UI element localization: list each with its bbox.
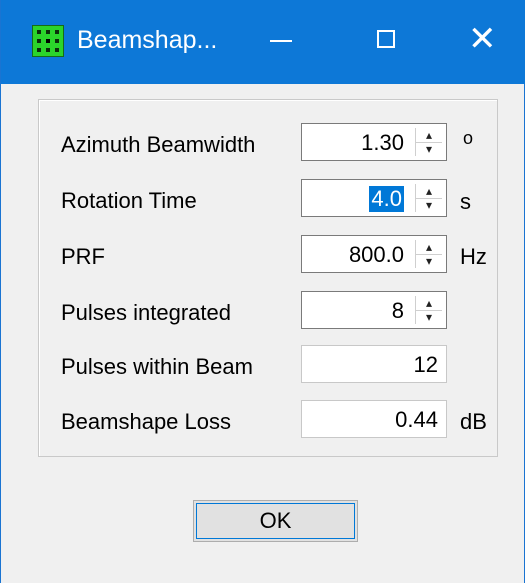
maximize-button[interactable] xyxy=(355,15,415,67)
azimuth-beamwidth-unit: o xyxy=(463,128,474,148)
maximize-icon xyxy=(377,30,395,48)
spin-up-icon[interactable]: ▴ xyxy=(416,128,442,143)
azimuth-beamwidth-spinner: ▴ ▾ xyxy=(415,128,442,156)
window-title: Beamshap... xyxy=(77,26,218,54)
close-icon: ✕ xyxy=(468,19,497,59)
pulses-integrated-spinbox[interactable]: 8 ▴ ▾ xyxy=(301,291,447,329)
prf-label: PRF xyxy=(61,244,105,269)
rotation-time-spinner: ▴ ▾ xyxy=(415,184,442,212)
pulses-within-beam-value: 12 xyxy=(413,352,438,377)
spin-down-icon[interactable]: ▾ xyxy=(416,310,442,324)
azimuth-beamwidth-label: Azimuth Beamwidth xyxy=(61,132,256,157)
pulses-within-beam-field: 12 xyxy=(301,345,447,383)
pulses-integrated-label: Pulses integrated xyxy=(61,300,231,325)
prf-unit: Hz xyxy=(460,244,487,269)
azimuth-beamwidth-value[interactable]: 1.30 xyxy=(361,130,404,156)
rotation-time-value[interactable]: 4.0 xyxy=(369,186,404,212)
spin-down-icon[interactable]: ▾ xyxy=(416,254,442,268)
beamshape-dialog: Beamshap... ✕ Azimuth Beamwidth 1.30 ▴ ▾… xyxy=(0,0,525,583)
beamshape-loss-unit: dB xyxy=(460,409,487,434)
azimuth-beamwidth-spinbox[interactable]: 1.30 ▴ ▾ xyxy=(301,123,447,161)
radar-grid-icon xyxy=(32,25,64,57)
prf-spinbox[interactable]: 800.0 ▴ ▾ xyxy=(301,235,447,273)
pulses-integrated-spinner: ▴ ▾ xyxy=(415,296,442,324)
rotation-time-label: Rotation Time xyxy=(61,188,197,213)
beamshape-loss-value: 0.44 xyxy=(395,407,438,432)
ok-button-label: OK xyxy=(259,508,292,533)
beamshape-loss-field: 0.44 xyxy=(301,400,447,438)
pulses-within-beam-label: Pulses within Beam xyxy=(61,354,253,379)
prf-spinner: ▴ ▾ xyxy=(415,240,442,268)
minimize-icon xyxy=(270,40,292,42)
rotation-time-unit: s xyxy=(460,189,471,214)
rotation-time-spinbox[interactable]: 4.0 ▴ ▾ xyxy=(301,179,447,217)
beamshape-loss-label: Beamshape Loss xyxy=(61,409,231,434)
spin-up-icon[interactable]: ▴ xyxy=(416,240,442,255)
pulses-integrated-value[interactable]: 8 xyxy=(392,298,404,324)
prf-value[interactable]: 800.0 xyxy=(349,242,404,268)
title-bar[interactable]: Beamshap... ✕ xyxy=(1,0,525,84)
ok-button[interactable]: OK xyxy=(193,500,358,542)
spin-down-icon[interactable]: ▾ xyxy=(416,142,442,156)
minimize-button[interactable] xyxy=(252,15,312,67)
spin-up-icon[interactable]: ▴ xyxy=(416,184,442,199)
spin-up-icon[interactable]: ▴ xyxy=(416,296,442,311)
close-button[interactable]: ✕ xyxy=(452,15,512,67)
spin-down-icon[interactable]: ▾ xyxy=(416,198,442,212)
